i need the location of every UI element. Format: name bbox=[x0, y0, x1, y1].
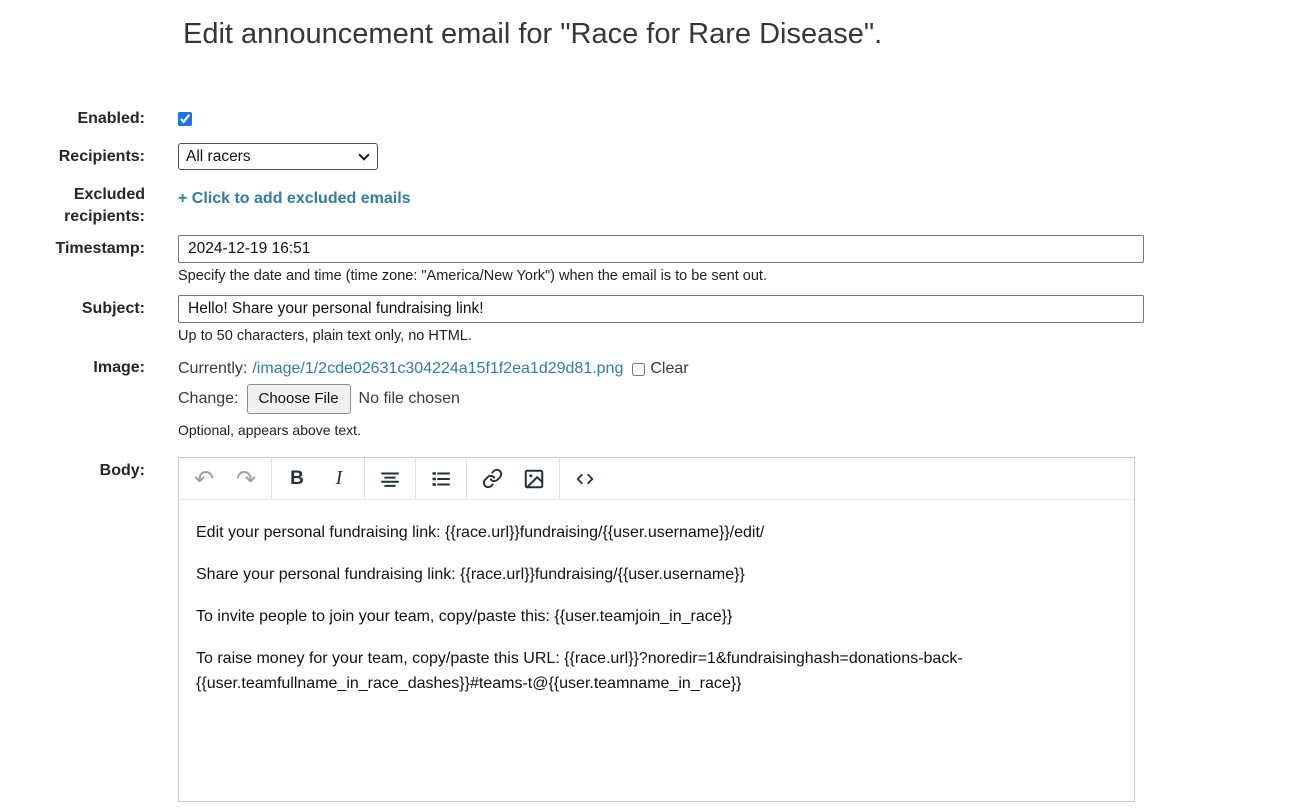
image-change-text: Change: bbox=[178, 387, 239, 411]
link-icon bbox=[482, 468, 503, 489]
bullet-list-icon bbox=[430, 468, 452, 490]
image-currently-text: Currently: bbox=[178, 357, 247, 381]
align-center-button[interactable] bbox=[369, 463, 411, 495]
undo-icon: ↶ bbox=[194, 467, 214, 491]
timestamp-help-text: Specify the date and time (time zone: "A… bbox=[178, 268, 1144, 284]
announcement-email-form: Enabled: Recipients: All racers Excluded… bbox=[0, 108, 1303, 802]
add-excluded-emails-link[interactable]: + Click to add excluded emails bbox=[178, 184, 411, 208]
image-icon bbox=[523, 468, 545, 490]
excluded-recipients-label: Excluded recipients: bbox=[0, 184, 145, 228]
body-row: Body: ↶ ↷ B I bbox=[0, 457, 1303, 802]
body-paragraph: Edit your personal fundraising link: {{r… bbox=[196, 520, 1116, 545]
code-icon bbox=[574, 468, 596, 490]
subject-help-text: Up to 50 characters, plain text only, no… bbox=[178, 328, 1144, 344]
image-help-text: Optional, appears above text. bbox=[178, 418, 1144, 442]
align-center-icon bbox=[379, 468, 401, 490]
bold-icon: B bbox=[290, 468, 304, 490]
redo-icon: ↷ bbox=[236, 467, 256, 491]
body-paragraph: To raise money for your team, copy/paste… bbox=[196, 646, 1116, 696]
subject-input[interactable] bbox=[178, 295, 1144, 323]
body-rich-text-editor: ↶ ↷ B I bbox=[178, 457, 1135, 802]
body-label: Body: bbox=[0, 457, 145, 482]
recipients-select[interactable]: All racers bbox=[178, 143, 378, 170]
image-label: Image: bbox=[0, 357, 145, 379]
no-file-chosen-text: No file chosen bbox=[359, 387, 460, 411]
body-paragraph: To invite people to join your team, copy… bbox=[196, 604, 1116, 629]
enabled-row: Enabled: bbox=[0, 108, 1303, 131]
insert-link-button[interactable] bbox=[471, 463, 513, 495]
editor-toolbar: ↶ ↷ B I bbox=[179, 458, 1134, 500]
toolbar-group-history: ↶ ↷ bbox=[179, 458, 272, 499]
toolbar-group-align bbox=[365, 458, 416, 499]
timestamp-row: Timestamp: Specify the date and time (ti… bbox=[0, 235, 1303, 284]
toolbar-group-code bbox=[560, 458, 610, 499]
enabled-checkbox[interactable] bbox=[178, 112, 192, 126]
bullet-list-button[interactable] bbox=[420, 463, 462, 495]
enabled-label: Enabled: bbox=[0, 108, 145, 130]
recipients-row: Recipients: All racers bbox=[0, 143, 1303, 170]
insert-image-button[interactable] bbox=[513, 463, 555, 495]
toolbar-group-format: B I bbox=[272, 458, 365, 499]
page-title: Edit announcement email for "Race for Ra… bbox=[183, 14, 1303, 54]
timestamp-label: Timestamp: bbox=[0, 235, 145, 260]
image-clear-label: Clear bbox=[650, 357, 688, 381]
image-clear-checkbox[interactable] bbox=[632, 363, 645, 376]
body-paragraph: Share your personal fundraising link: {{… bbox=[196, 562, 1116, 587]
recipients-label: Recipients: bbox=[0, 143, 145, 168]
current-image-link[interactable]: /image/1/2cde02631c304224a15f1f2ea1d29d8… bbox=[252, 357, 623, 381]
image-row: Image: Currently: /image/1/2cde02631c304… bbox=[0, 357, 1303, 442]
redo-button[interactable]: ↷ bbox=[225, 463, 267, 495]
code-view-button[interactable] bbox=[564, 463, 606, 495]
italic-button[interactable]: I bbox=[318, 463, 360, 495]
bold-button[interactable]: B bbox=[276, 463, 318, 495]
timestamp-input[interactable] bbox=[178, 235, 1144, 263]
excluded-recipients-row: Excluded recipients: + Click to add excl… bbox=[0, 184, 1303, 228]
toolbar-group-insert bbox=[467, 458, 560, 499]
body-editor-content[interactable]: Edit your personal fundraising link: {{r… bbox=[179, 500, 1134, 696]
subject-row: Subject: Up to 50 characters, plain text… bbox=[0, 295, 1303, 344]
undo-button[interactable]: ↶ bbox=[183, 463, 225, 495]
toolbar-group-list bbox=[416, 458, 467, 499]
subject-label: Subject: bbox=[0, 295, 145, 320]
italic-icon: I bbox=[336, 467, 343, 490]
choose-file-button[interactable]: Choose File bbox=[247, 384, 351, 414]
